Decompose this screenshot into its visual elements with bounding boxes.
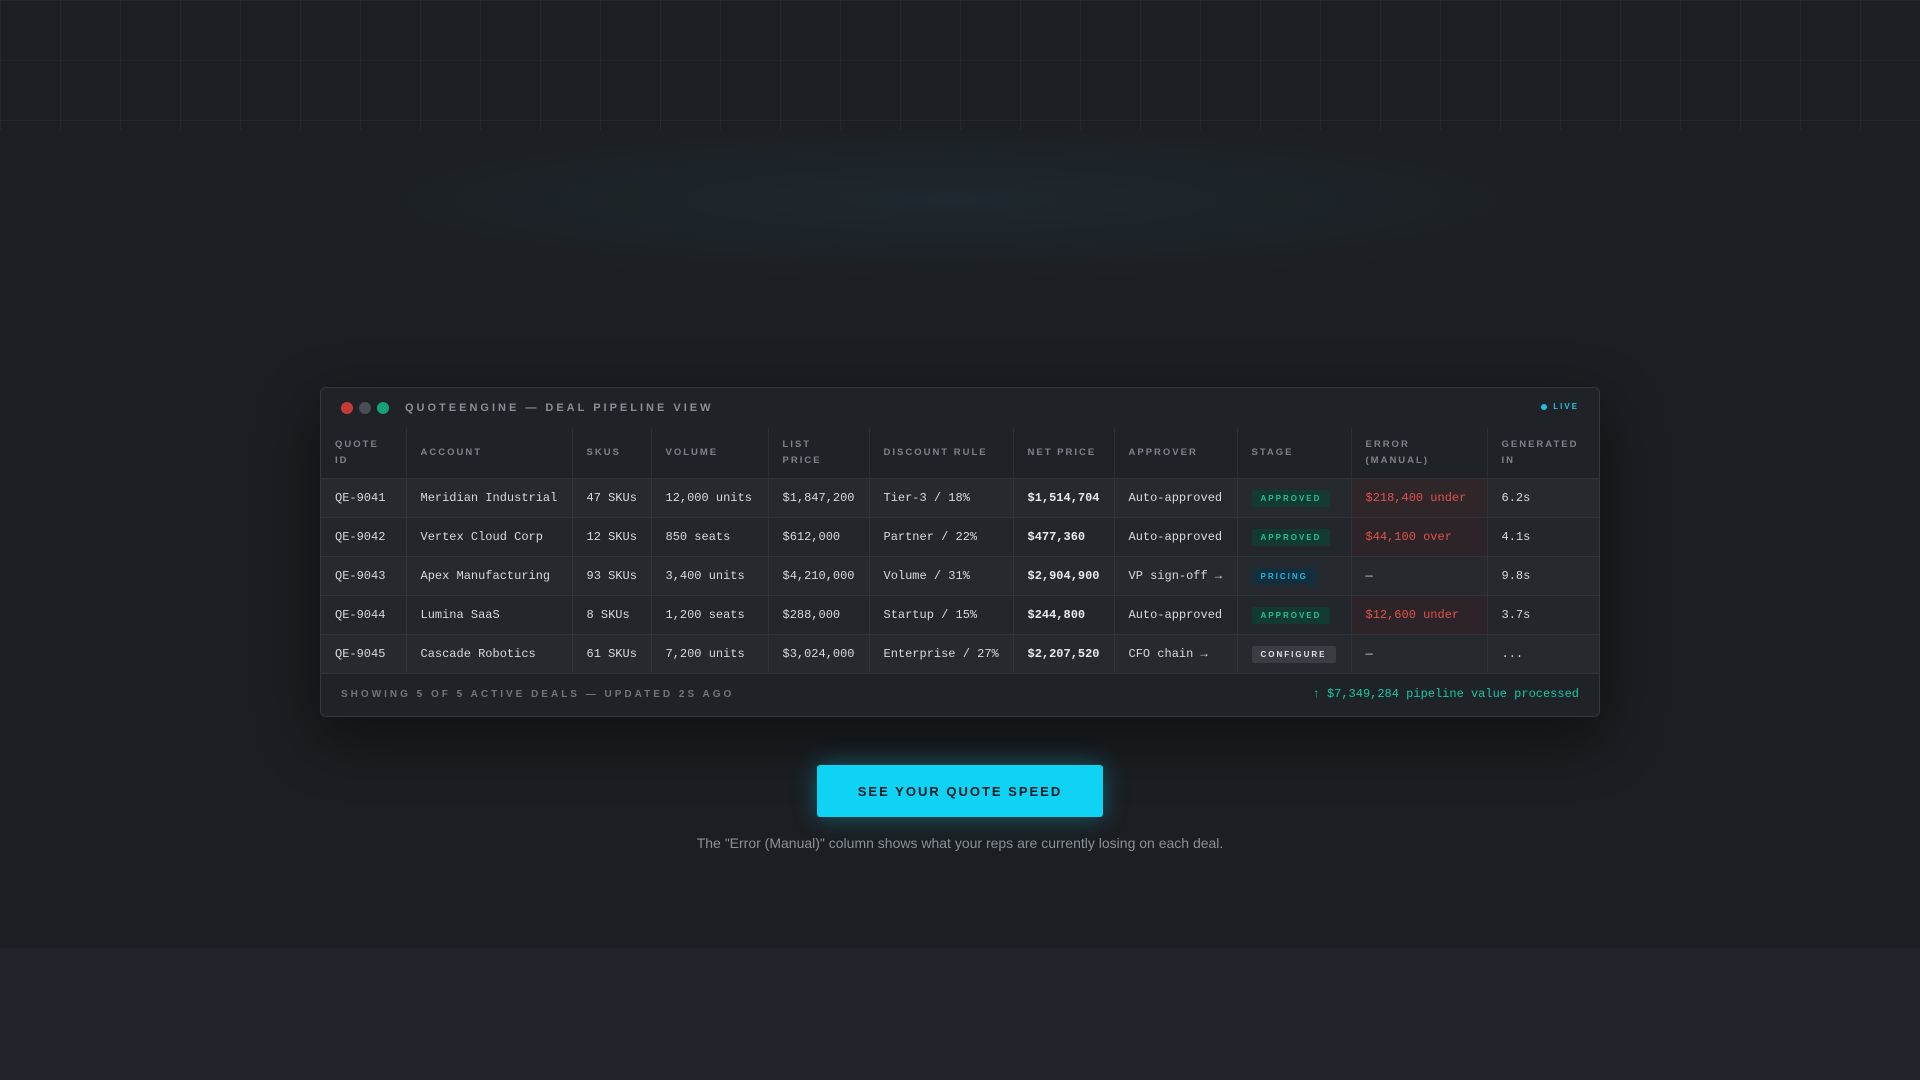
stage-cell: APPROVED [1237,478,1352,518]
discount-rule-cell: Startup / 15% [869,595,1014,635]
account-cell: Lumina SaaS [406,595,573,635]
list-price-cell: $288,000 [768,595,870,635]
table-row[interactable]: QE-9043 Apex Manufacturing 93 SKUs 3,400… [321,556,1599,596]
column-header[interactable]: NET PRICE [1013,428,1115,479]
see-quote-speed-button[interactable]: SEE YOUR QUOTE SPEED [817,765,1103,817]
stage-cell: APPROVED [1237,517,1352,557]
account-cell: Cascade Robotics [406,634,573,673]
column-header[interactable]: SKUS [572,428,652,479]
skus-cell: 12 SKUs [572,517,652,557]
discount-rule-cell: Partner / 22% [869,517,1014,557]
column-header[interactable]: ERROR (MANUAL) [1351,428,1488,479]
volume-cell: 12,000 units [651,478,769,518]
error-cell: $12,600 under [1351,595,1488,635]
pipeline-value-text: ↑ $7,349,284 pipeline value processed [1312,687,1579,701]
approver-cell: VP sign-off → [1114,556,1238,596]
quote-id-cell: QE-9043 [321,556,407,596]
stage-badge: PRICING [1251,567,1317,585]
volume-cell: 7,200 units [651,634,769,673]
close-dot-icon[interactable] [341,402,353,414]
cta-note: The "Error (Manual)" column shows what y… [696,835,1224,851]
list-price-cell: $1,847,200 [768,478,870,518]
column-header[interactable]: APPROVER [1114,428,1238,479]
window-title: QUOTEENGINE — DEAL PIPELINE VIEW [405,402,714,414]
net-price-cell: $244,800 [1013,595,1115,635]
error-cell: $218,400 under [1351,478,1488,518]
minimize-dot-icon[interactable] [359,402,371,414]
stage-cell: APPROVED [1237,595,1352,635]
quote-id-cell: QE-9042 [321,517,407,557]
deals-status-text: SHOWING 5 OF 5 ACTIVE DEALS — UPDATED 2S… [341,688,735,700]
stage-badge: CONFIGURE [1251,645,1336,663]
generated-cell: 9.8s [1487,556,1599,596]
volume-cell: 1,200 seats [651,595,769,635]
stage-cell: CONFIGURE [1237,634,1352,673]
window-titlebar: QUOTEENGINE — DEAL PIPELINE VIEW LIVE [321,388,1599,428]
table-header-row: QUOTE ID ACCOUNT SKUS VOLUME LIST PRICE … [321,428,1599,479]
table-row[interactable]: QE-9042 Vertex Cloud Corp 12 SKUs 850 se… [321,517,1599,557]
approver-cell: Auto-approved [1114,595,1238,635]
net-price-cell: $2,904,900 [1013,556,1115,596]
background-glow [200,110,1700,290]
error-cell: — [1351,556,1488,596]
net-price-cell: $1,514,704 [1013,478,1115,518]
net-price-cell: $2,207,520 [1013,634,1115,673]
column-header[interactable]: ACCOUNT [406,428,573,479]
account-cell: Vertex Cloud Corp [406,517,573,557]
skus-cell: 8 SKUs [572,595,652,635]
column-header[interactable]: LIST PRICE [768,428,870,479]
discount-rule-cell: Tier-3 / 18% [869,478,1014,518]
column-header[interactable]: QUOTE ID [321,428,407,479]
skus-cell: 47 SKUs [572,478,652,518]
approver-cell: Auto-approved [1114,517,1238,557]
approver-cell: Auto-approved [1114,478,1238,518]
list-price-cell: $4,210,000 [768,556,870,596]
table-row[interactable]: QE-9045 Cascade Robotics 61 SKUs 7,200 u… [321,634,1599,673]
column-header[interactable]: VOLUME [651,428,769,479]
column-header[interactable]: STAGE [1237,428,1352,479]
generated-cell: 6.2s [1487,478,1599,518]
generated-cell: 4.1s [1487,517,1599,557]
volume-cell: 850 seats [651,517,769,557]
quote-id-cell: QE-9044 [321,595,407,635]
live-dot-icon [1541,403,1548,410]
column-header[interactable]: DISCOUNT RULE [869,428,1014,479]
list-price-cell: $612,000 [768,517,870,557]
list-price-cell: $3,024,000 [768,634,870,673]
table-row[interactable]: QE-9041 Meridian Industrial 47 SKUs 12,0… [321,478,1599,518]
quote-id-cell: QE-9045 [321,634,407,673]
skus-cell: 93 SKUs [572,556,652,596]
live-label: LIVE [1553,402,1579,411]
column-header[interactable]: GENERATED IN [1487,428,1599,479]
account-cell: Apex Manufacturing [406,556,573,596]
footer-band [0,948,1920,1080]
live-indicator: LIVE [1541,402,1579,411]
skus-cell: 61 SKUs [572,634,652,673]
stage-badge: APPROVED [1251,489,1331,507]
table-row[interactable]: QE-9044 Lumina SaaS 8 SKUs 1,200 seats $… [321,595,1599,635]
error-cell: — [1351,634,1488,673]
stage-badge: APPROVED [1251,528,1331,546]
account-cell: Meridian Industrial [406,478,573,518]
pipeline-window: QUOTEENGINE — DEAL PIPELINE VIEW LIVE QU… [320,387,1600,717]
maximize-dot-icon[interactable] [377,402,389,414]
discount-rule-cell: Enterprise / 27% [869,634,1014,673]
volume-cell: 3,400 units [651,556,769,596]
error-cell: $44,100 over [1351,517,1488,557]
net-price-cell: $477,360 [1013,517,1115,557]
stage-badge: APPROVED [1251,606,1331,624]
discount-rule-cell: Volume / 31% [869,556,1014,596]
generated-cell: ... [1487,634,1599,673]
generated-cell: 3.7s [1487,595,1599,635]
table-footer: SHOWING 5 OF 5 ACTIVE DEALS — UPDATED 2S… [321,673,1599,714]
stage-cell: PRICING [1237,556,1352,596]
quote-id-cell: QE-9041 [321,478,407,518]
approver-cell: CFO chain → [1114,634,1238,673]
deals-table: QUOTE ID ACCOUNT SKUS VOLUME LIST PRICE … [321,428,1599,673]
